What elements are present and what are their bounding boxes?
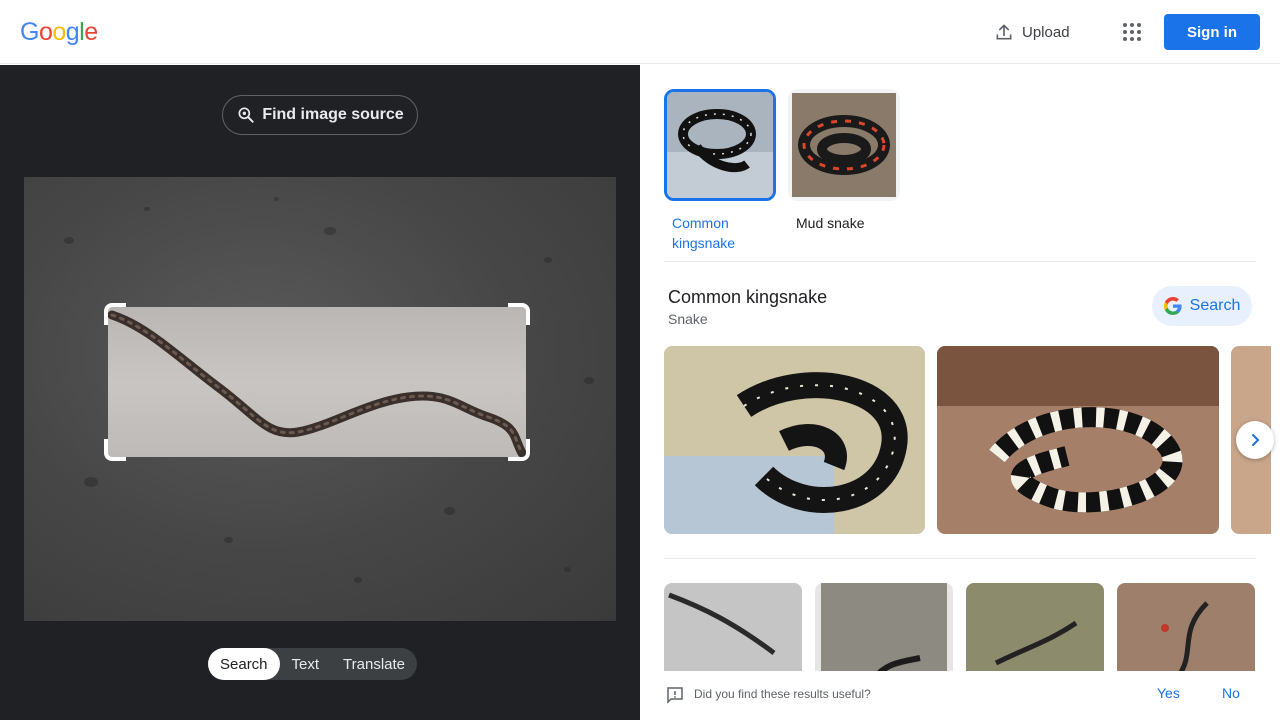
tab-text[interactable]: Text bbox=[280, 648, 332, 680]
result-image[interactable] bbox=[664, 346, 925, 534]
texture-speck bbox=[544, 257, 552, 263]
query-image bbox=[24, 177, 616, 621]
texture-speck bbox=[564, 567, 571, 572]
lens-search-icon bbox=[238, 107, 254, 123]
upload-button[interactable]: Upload bbox=[984, 16, 1080, 48]
logo-letter: G bbox=[20, 18, 39, 46]
chevron-right-icon bbox=[1252, 434, 1260, 446]
tab-search[interactable]: Search bbox=[208, 648, 280, 680]
find-image-source-label: Find image source bbox=[262, 106, 404, 123]
crop-handle-bottom-right[interactable] bbox=[508, 439, 530, 461]
texture-speck bbox=[64, 237, 74, 244]
snake-image bbox=[107, 310, 527, 458]
crop-handle-top-right[interactable] bbox=[508, 303, 530, 325]
chip-thumbnail bbox=[664, 89, 776, 201]
texture-speck bbox=[444, 507, 455, 515]
chip-common-kingsnake[interactable]: Common kingsnake bbox=[664, 89, 776, 253]
logo-letter: o bbox=[52, 18, 66, 46]
logo-letter: o bbox=[38, 18, 53, 46]
google-logo[interactable]: Google bbox=[20, 18, 98, 47]
google-g-icon bbox=[1163, 297, 1182, 315]
crop-handle-bottom-left[interactable] bbox=[104, 439, 126, 461]
apps-grid-icon[interactable] bbox=[1116, 16, 1148, 48]
texture-speck bbox=[584, 377, 594, 384]
upload-label: Upload bbox=[1022, 23, 1070, 41]
feedback-icon bbox=[667, 687, 683, 704]
chip-label: Mud snake bbox=[796, 215, 865, 231]
entity-search-button[interactable]: Search bbox=[1152, 286, 1252, 326]
upload-icon bbox=[996, 24, 1012, 40]
divider bbox=[664, 261, 1256, 262]
texture-speck bbox=[144, 207, 150, 212]
texture-speck bbox=[354, 577, 362, 583]
texture-speck bbox=[274, 197, 279, 201]
chip-thumbnail bbox=[788, 89, 900, 201]
feedback-question: Did you find these results useful? bbox=[694, 687, 871, 701]
divider bbox=[664, 558, 1256, 559]
next-results-button[interactable] bbox=[1236, 421, 1274, 459]
chip-label: Common kingsnake bbox=[672, 215, 736, 251]
visual-match-image[interactable] bbox=[815, 583, 953, 683]
result-image[interactable] bbox=[937, 346, 1219, 534]
texture-speck bbox=[324, 227, 336, 236]
sign-in-button[interactable]: Sign in bbox=[1164, 14, 1260, 50]
mode-tabs: Search Text Translate bbox=[208, 648, 418, 680]
entity-subtitle: Snake bbox=[668, 311, 708, 327]
crop-handle-top-left[interactable] bbox=[104, 303, 126, 325]
entity-title: Common kingsnake bbox=[668, 287, 828, 307]
query-pane: Find image source Search Text Translate bbox=[0, 65, 640, 720]
feedback-bar: Did you find these results useful? Yes N… bbox=[640, 671, 1280, 720]
find-image-source-button[interactable]: Find image source bbox=[222, 95, 418, 135]
visual-match-image[interactable] bbox=[1117, 583, 1255, 683]
texture-speck bbox=[84, 477, 98, 487]
results-pane: Common kingsnake Mud snake Common kingsn… bbox=[640, 65, 1280, 720]
logo-letter: e bbox=[84, 18, 98, 46]
visual-match-image[interactable] bbox=[966, 583, 1104, 683]
feedback-no-button[interactable]: No bbox=[1222, 685, 1240, 701]
visual-match-image[interactable] bbox=[664, 583, 802, 683]
entity-search-label: Search bbox=[1189, 297, 1241, 314]
feedback-yes-button[interactable]: Yes bbox=[1157, 685, 1180, 701]
header: Google Upload Sign in bbox=[0, 0, 1280, 64]
logo-letter: g bbox=[65, 18, 80, 46]
chip-mud-snake[interactable]: Mud snake bbox=[788, 89, 900, 233]
tab-translate[interactable]: Translate bbox=[331, 648, 417, 680]
crop-selection[interactable] bbox=[107, 307, 527, 458]
texture-speck bbox=[224, 537, 233, 544]
